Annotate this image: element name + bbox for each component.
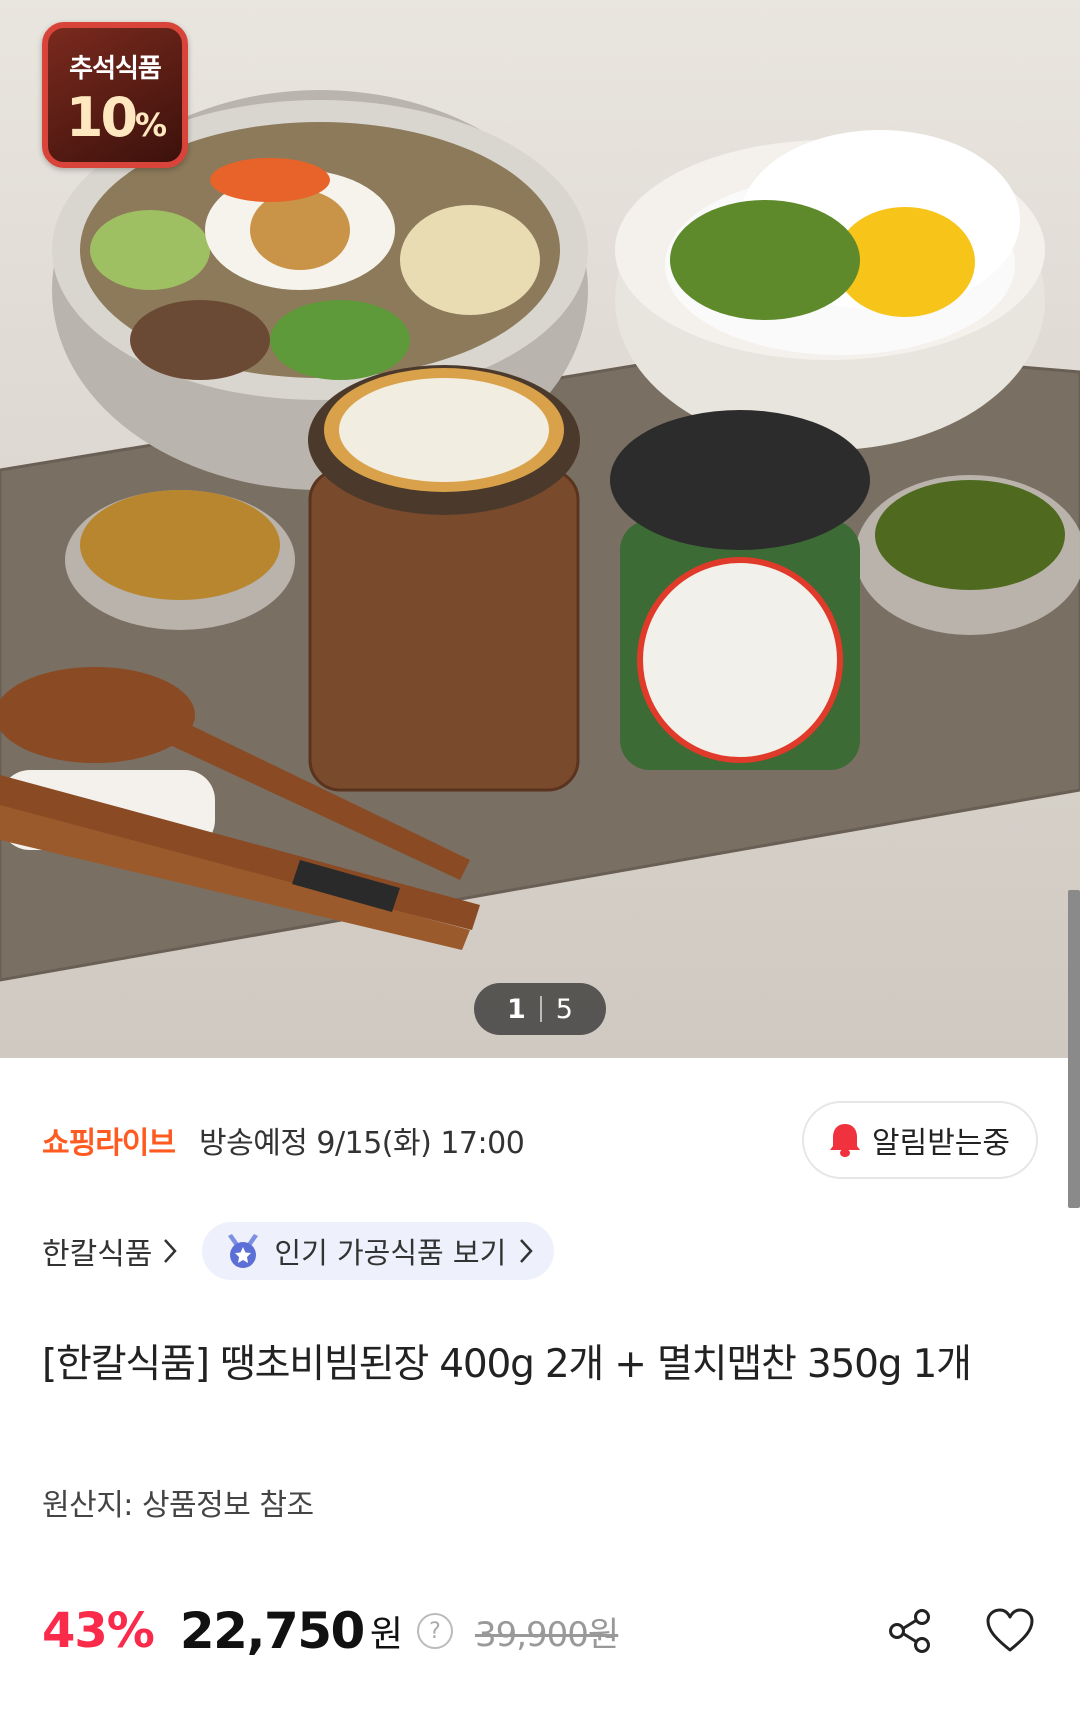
price-section: 43% 22,750 원 ? 39,900원 <box>42 1600 1042 1662</box>
popular-category-chip[interactable]: 인기 가공식품 보기 <box>202 1222 555 1280</box>
sale-price: 22,750 <box>179 1602 365 1660</box>
page-scrollbar[interactable] <box>1068 890 1080 1208</box>
chevron-right-icon <box>520 1239 533 1263</box>
medal-icon <box>228 1234 259 1268</box>
chevron-right-icon <box>164 1239 178 1263</box>
counter-divider <box>539 996 542 1022</box>
product-title: [한칼식품] 땡초비빔된장 400g 2개 + 멸치맵찬 350g 1개 <box>42 1342 972 1387</box>
shopping-live-logo[interactable]: 쇼핑라이브 <box>42 1118 176 1162</box>
discount-rate: 43% <box>42 1603 155 1659</box>
store-name: 한칼식품 <box>42 1237 153 1272</box>
heart-icon <box>986 1608 1034 1652</box>
badge-percent: 10% <box>65 86 167 149</box>
origin-info: 원산지: 상품정보 참조 <box>42 1488 314 1523</box>
broadcast-schedule: 방송예정 9/15(화) 17:00 <box>199 1126 525 1161</box>
store-links: 한칼식품 인기 가공식품 보기 <box>42 1222 555 1280</box>
bell-icon <box>830 1124 860 1157</box>
store-name-link[interactable]: 한칼식품 <box>42 1229 178 1273</box>
wishlist-button[interactable] <box>978 1599 1042 1663</box>
badge-top-text: 추석식품 <box>69 54 162 84</box>
alarm-button-label: 알림받는중 <box>872 1126 1010 1161</box>
original-price: 39,900원 <box>474 1614 619 1655</box>
share-icon <box>889 1609 930 1653</box>
share-button[interactable] <box>878 1599 942 1663</box>
shopping-live-banner: 쇼핑라이브 방송예정 9/15(화) 17:00 알림받는중 <box>42 1100 1038 1180</box>
price-unit: 원 <box>369 1614 403 1655</box>
price-help-icon[interactable]: ? <box>416 1613 453 1649</box>
total-image-count: 5 <box>555 993 573 1025</box>
chip-label: 인기 가공식품 보기 <box>274 1236 507 1270</box>
chuseok-discount-badge: 추석식품 10% <box>42 22 188 168</box>
product-image-carousel[interactable]: 추석식품 10% 1 5 <box>0 0 1080 1058</box>
current-image-index: 1 <box>507 993 526 1025</box>
alarm-subscribed-button[interactable]: 알림받는중 <box>802 1101 1038 1179</box>
image-page-counter: 1 5 <box>474 983 606 1035</box>
